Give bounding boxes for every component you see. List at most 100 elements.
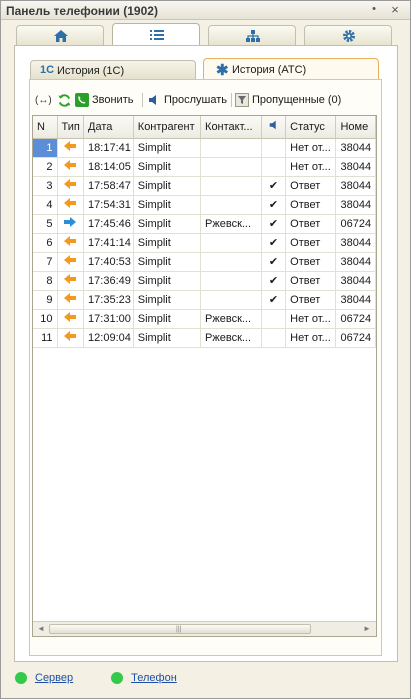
incoming-call-icon bbox=[64, 312, 77, 322]
cell-type bbox=[57, 233, 85, 253]
column-header-status[interactable]: Статус bbox=[285, 116, 337, 139]
phone-status-icon bbox=[111, 672, 124, 684]
cell-status: Нет от... bbox=[285, 309, 337, 329]
cell-recording: ✔ bbox=[261, 252, 287, 272]
cell-date: 17:54:31 bbox=[83, 195, 134, 215]
table-row[interactable]: 10 17:31:00 Simplit Ржевск... Нет от... 06724 bbox=[33, 309, 376, 329]
toolbar-separator bbox=[142, 93, 143, 107]
logo-1c-icon: 1С bbox=[40, 64, 55, 76]
incoming-call-icon bbox=[64, 293, 77, 303]
cell-type bbox=[57, 214, 85, 234]
phone-link[interactable]: Телефон bbox=[131, 672, 177, 684]
cell-counterparty: Simplit bbox=[133, 195, 202, 215]
close-button[interactable]: × bbox=[388, 2, 402, 17]
cell-recording: ✔ bbox=[261, 176, 287, 196]
phone-icon bbox=[75, 93, 89, 107]
cell-recording: ✔ bbox=[261, 271, 287, 291]
cell-type bbox=[57, 138, 85, 158]
tab-history-1c[interactable]: 1С История (1С) bbox=[30, 60, 196, 80]
listen-button[interactable]: Прослушать bbox=[147, 91, 227, 109]
sync-arrows-button[interactable]: (↔) bbox=[35, 91, 52, 109]
tab-call-list[interactable] bbox=[112, 23, 200, 45]
table-row[interactable]: 2 18:14:05 Simplit Нет от... 38044 bbox=[33, 157, 376, 177]
asterisk-icon: ✱ bbox=[216, 62, 229, 79]
horizontal-scrollbar[interactable]: ◄ ||| ► bbox=[33, 621, 376, 636]
table-row[interactable]: 11 12:09:04 Simplit Ржевск... Нет от... 06724 bbox=[33, 328, 376, 348]
cell-recording: ✔ bbox=[261, 233, 287, 253]
cell-status: Нет от... bbox=[285, 328, 337, 348]
tab-history-ats[interactable]: ✱ История (АТС) bbox=[203, 58, 379, 80]
cell-number: 5 bbox=[33, 214, 58, 234]
cell-recording bbox=[261, 157, 287, 177]
scrollbar-thumb[interactable]: ||| bbox=[49, 624, 311, 634]
column-header-n[interactable]: N bbox=[33, 116, 58, 139]
call-label: Звонить bbox=[92, 94, 134, 106]
listen-label: Прослушать bbox=[164, 94, 228, 106]
column-header-type[interactable]: Тип bbox=[57, 116, 85, 139]
tab-history-1c-label: История (1С) bbox=[57, 65, 125, 77]
table-row[interactable]: 8 17:36:49 Simplit ✔ Ответ 38044 bbox=[33, 271, 376, 291]
cell-phone-number: 38044 bbox=[335, 233, 376, 253]
server-link[interactable]: Сервер bbox=[35, 672, 73, 684]
cell-status: Ответ bbox=[285, 176, 337, 196]
cell-status: Ответ bbox=[285, 233, 337, 253]
scroll-left-arrow-icon[interactable]: ◄ bbox=[34, 623, 48, 635]
cell-recording: ✔ bbox=[261, 290, 287, 310]
table-row[interactable]: 4 17:54:31 Simplit ✔ Ответ 38044 bbox=[33, 195, 376, 215]
missed-calls-label: Пропущенные (0) bbox=[252, 94, 342, 106]
cell-recording: ✔ bbox=[261, 195, 287, 215]
cell-counterparty: Simplit bbox=[133, 176, 202, 196]
cell-phone-number: 38044 bbox=[335, 290, 376, 310]
pin-button[interactable]: • bbox=[367, 3, 381, 15]
table-row[interactable]: 7 17:40:53 Simplit ✔ Ответ 38044 bbox=[33, 252, 376, 272]
column-header-recording[interactable] bbox=[261, 116, 287, 139]
column-header-date[interactable]: Дата bbox=[83, 116, 134, 139]
cell-counterparty: Simplit bbox=[133, 309, 202, 329]
tab-structure[interactable] bbox=[208, 25, 296, 45]
telephony-panel-window: Панель телефонии (1902) • × 1С История (… bbox=[0, 0, 411, 699]
cell-counterparty: Simplit bbox=[133, 328, 202, 348]
cell-type bbox=[57, 176, 85, 196]
tab-home[interactable] bbox=[16, 25, 104, 45]
cell-recording bbox=[261, 328, 287, 348]
cell-phone-number: 38044 bbox=[335, 157, 376, 177]
refresh-icon bbox=[58, 93, 71, 107]
cell-phone-number: 06724 bbox=[335, 214, 376, 234]
main-panel: 1С История (1С) ✱ История (АТС) (↔) Звон… bbox=[14, 45, 398, 662]
cell-date: 17:45:46 bbox=[83, 214, 134, 234]
cell-number: 9 bbox=[33, 290, 58, 310]
scroll-right-arrow-icon[interactable]: ► bbox=[360, 623, 374, 635]
outgoing-call-icon bbox=[64, 217, 77, 227]
column-header-counterparty[interactable]: Контрагент bbox=[133, 116, 202, 139]
table-row[interactable]: 6 17:41:14 Simplit ✔ Ответ 38044 bbox=[33, 233, 376, 253]
cell-number: 4 bbox=[33, 195, 58, 215]
call-history-table[interactable]: N Тип Дата Контрагент Контакт... Статус bbox=[32, 115, 377, 637]
refresh-button[interactable] bbox=[57, 91, 72, 109]
table-row[interactable]: 5 17:45:46 Simplit Ржевск... ✔ Ответ 06724 bbox=[33, 214, 376, 234]
table-row[interactable]: 9 17:35:23 Simplit ✔ Ответ 38044 bbox=[33, 290, 376, 310]
cell-status: Ответ bbox=[285, 271, 337, 291]
cell-type bbox=[57, 309, 85, 329]
incoming-call-icon bbox=[64, 141, 77, 151]
incoming-call-icon bbox=[64, 179, 77, 189]
cell-number: 2 bbox=[33, 157, 58, 177]
cell-contact bbox=[200, 176, 262, 196]
column-header-number[interactable]: Номе bbox=[335, 116, 376, 139]
cell-contact bbox=[200, 157, 262, 177]
home-icon bbox=[54, 30, 68, 42]
call-button[interactable]: Звонить bbox=[75, 91, 133, 109]
cell-phone-number: 38044 bbox=[335, 195, 376, 215]
cell-contact: Ржевск... bbox=[200, 328, 262, 348]
cell-number: 1 bbox=[33, 138, 58, 158]
cell-contact: Ржевск... bbox=[200, 214, 262, 234]
cell-contact bbox=[200, 195, 262, 215]
scrollbar-grip-icon: ||| bbox=[176, 626, 182, 633]
cell-number: 7 bbox=[33, 252, 58, 272]
cell-date: 12:09:04 bbox=[83, 328, 134, 348]
missed-calls-button[interactable]: Пропущенные (0) bbox=[235, 91, 341, 109]
cell-date: 17:41:14 bbox=[83, 233, 134, 253]
tab-settings[interactable] bbox=[304, 25, 392, 45]
column-header-contact[interactable]: Контакт... bbox=[200, 116, 262, 139]
table-row[interactable]: 3 17:58:47 Simplit ✔ Ответ 38044 bbox=[33, 176, 376, 196]
table-row[interactable]: 1 18:17:41 Simplit Нет от... 38044 bbox=[33, 138, 376, 158]
